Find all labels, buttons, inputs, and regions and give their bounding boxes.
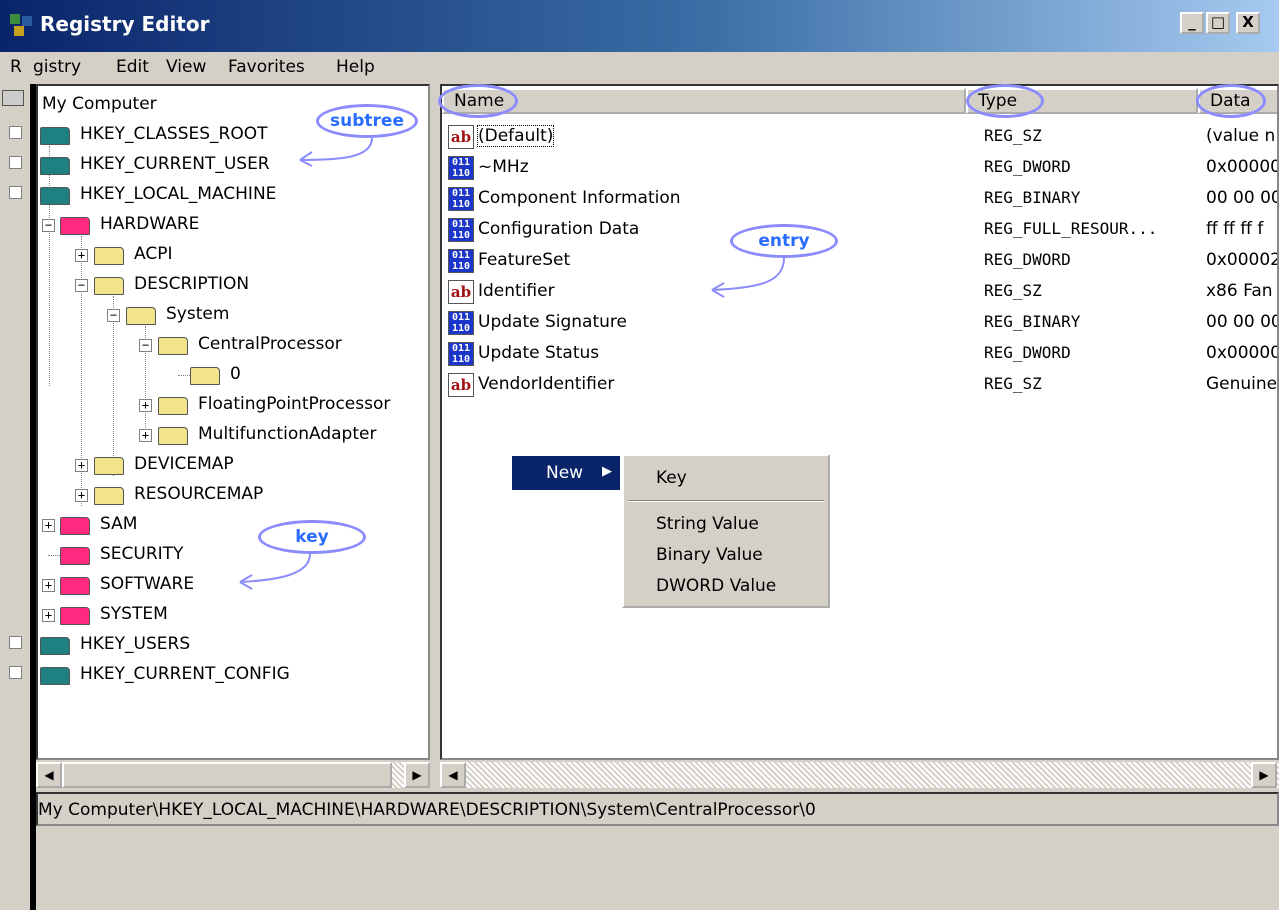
- annotation-arrows: [239, 137, 785, 590]
